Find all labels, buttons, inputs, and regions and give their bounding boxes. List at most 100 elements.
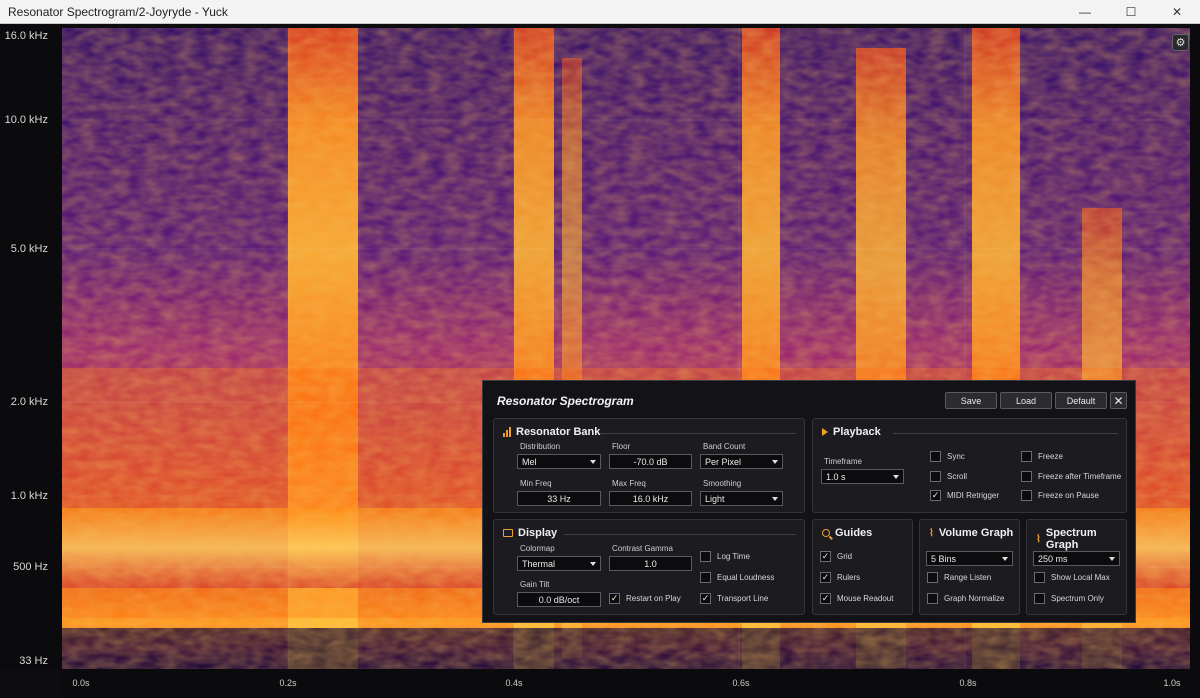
search-icon bbox=[822, 529, 830, 537]
divider bbox=[564, 534, 796, 535]
volume-graph-section: ⌇ Volume Graph 5 Bins Range Listen Graph… bbox=[919, 519, 1020, 615]
checkbox-label: Mouse Readout bbox=[837, 594, 894, 603]
y-tick-label: 5.0 kHz bbox=[10, 243, 48, 255]
guides-header: Guides bbox=[822, 527, 872, 539]
section-title: Guides bbox=[835, 527, 873, 539]
band-count-label: Band Count bbox=[703, 442, 746, 451]
colormap-dropdown[interactable]: Thermal bbox=[517, 556, 601, 571]
checkbox-label: Freeze after Timeframe bbox=[1038, 472, 1122, 481]
spectrum-graph-header: ⌇ Spectrum Graph bbox=[1036, 527, 1126, 551]
equal-loudness-checkbox[interactable]: Equal Loudness bbox=[700, 572, 774, 583]
settings-panel: Resonator Spectrogram Save Load Default … bbox=[482, 380, 1136, 623]
checkbox-box bbox=[1021, 490, 1032, 501]
settings-gear-button[interactable]: ⚙ bbox=[1172, 34, 1189, 51]
freeze-on-pause-checkbox[interactable]: Freeze on Pause bbox=[1021, 490, 1099, 501]
checkbox-label: Scroll bbox=[947, 472, 968, 481]
log-time-checkbox[interactable]: Log Time bbox=[700, 551, 750, 562]
resonator-bank-section: Resonator Bank Distribution Mel Floor -7… bbox=[493, 418, 805, 513]
contrast-gamma-field[interactable]: 1.0 bbox=[609, 556, 692, 571]
checkbox-label: Equal Loudness bbox=[717, 573, 775, 582]
bars-icon bbox=[503, 427, 511, 437]
checkbox-label: Graph Normalize bbox=[944, 594, 1005, 603]
sync-checkbox[interactable]: Sync bbox=[930, 451, 965, 462]
checkbox-box bbox=[1021, 451, 1032, 462]
checkbox-label: Restart on Play bbox=[626, 594, 681, 603]
monitor-icon bbox=[503, 529, 513, 537]
section-title: Spectrum Graph bbox=[1045, 527, 1097, 551]
y-tick-label: 1.0 kHz bbox=[10, 490, 48, 502]
distribution-dropdown[interactable]: Mel bbox=[517, 454, 601, 469]
floor-field[interactable]: -70.0 dB bbox=[609, 454, 692, 469]
chevron-down-icon bbox=[1109, 557, 1115, 561]
checkbox-box bbox=[927, 572, 938, 583]
close-panel-button[interactable]: ✕ bbox=[1110, 392, 1127, 409]
checkbox-label: Spectrum Only bbox=[1051, 594, 1104, 603]
restart-on-play-checkbox[interactable]: ✓ Restart on Play bbox=[609, 593, 681, 604]
x-tick-label: 0.0s bbox=[72, 678, 90, 688]
chevron-down-icon bbox=[1002, 557, 1008, 561]
midi-retrigger-checkbox[interactable]: ✓ MIDI Retrigger bbox=[930, 490, 999, 501]
save-button[interactable]: Save bbox=[945, 392, 997, 409]
check-icon: ✓ bbox=[930, 490, 941, 501]
min-freq-field[interactable]: 33 Hz bbox=[517, 491, 601, 506]
show-local-max-checkbox[interactable]: Show Local Max bbox=[1034, 572, 1110, 583]
colormap-label: Colormap bbox=[520, 544, 555, 553]
checkbox-label: Freeze bbox=[1038, 452, 1063, 461]
spectrum-only-checkbox[interactable]: Spectrum Only bbox=[1034, 593, 1104, 604]
checkbox-label: Transport Line bbox=[717, 594, 769, 603]
smoothing-label: Smoothing bbox=[703, 479, 742, 488]
freeze-after-timeframe-checkbox[interactable]: Freeze after Timeframe bbox=[1021, 471, 1121, 482]
section-title: Volume Graph bbox=[938, 527, 1014, 539]
range-listen-checkbox[interactable]: Range Listen bbox=[927, 572, 991, 583]
dropdown-value: 1.0 s bbox=[826, 471, 846, 482]
checkbox-label: Grid bbox=[837, 552, 853, 561]
chevron-down-icon bbox=[590, 562, 596, 566]
checkbox-box bbox=[927, 593, 938, 604]
grid-checkbox[interactable]: ✓ Grid bbox=[820, 551, 852, 562]
panel-title: Resonator Spectrogram bbox=[497, 394, 634, 408]
spectrum-graph-section: ⌇ Spectrum Graph 250 ms Show Local Max S… bbox=[1026, 519, 1127, 615]
divider bbox=[600, 433, 796, 434]
minimize-button[interactable]: — bbox=[1062, 0, 1108, 24]
smoothing-dropdown[interactable]: Light bbox=[700, 491, 783, 506]
band-count-dropdown[interactable]: Per Pixel bbox=[700, 454, 783, 469]
check-icon: ✓ bbox=[700, 593, 711, 604]
distribution-label: Distribution bbox=[520, 442, 561, 451]
divider bbox=[893, 433, 1118, 434]
checkbox-box bbox=[700, 551, 711, 562]
gear-icon: ⚙ bbox=[1175, 37, 1186, 49]
check-icon: ✓ bbox=[820, 572, 831, 583]
playback-header: Playback bbox=[822, 426, 881, 438]
title-bar: Resonator Spectrogram/2-Joyryde - Yuck —… bbox=[0, 0, 1200, 24]
graph-icon: ⌇ bbox=[929, 527, 934, 539]
transport-line-checkbox[interactable]: ✓ Transport Line bbox=[700, 593, 768, 604]
y-tick-label: 16.0 kHz bbox=[4, 30, 48, 42]
rulers-checkbox[interactable]: ✓ Rulers bbox=[820, 572, 860, 583]
mouse-readout-checkbox[interactable]: ✓ Mouse Readout bbox=[820, 593, 893, 604]
y-tick-label: 10.0 kHz bbox=[4, 114, 48, 126]
close-window-button[interactable]: ✕ bbox=[1154, 0, 1200, 24]
gain-tilt-field[interactable]: 0.0 dB/oct bbox=[517, 592, 601, 607]
playback-section: Playback Timeframe 1.0 s Sync Scroll ✓ MI… bbox=[812, 418, 1127, 513]
dropdown-value: 5 Bins bbox=[931, 553, 957, 564]
graph-normalize-checkbox[interactable]: Graph Normalize bbox=[927, 593, 1004, 604]
x-tick-label: 0.8s bbox=[959, 678, 977, 688]
scroll-checkbox[interactable]: Scroll bbox=[930, 471, 967, 482]
dropdown-value: 250 ms bbox=[1038, 553, 1068, 564]
checkbox-label: Range Listen bbox=[944, 573, 992, 582]
max-freq-field[interactable]: 16.0 kHz bbox=[609, 491, 692, 506]
checkbox-label: Log Time bbox=[717, 552, 750, 561]
max-freq-label: Max Freq bbox=[612, 479, 646, 488]
checkbox-label: Rulers bbox=[837, 573, 861, 582]
load-button[interactable]: Load bbox=[1000, 392, 1052, 409]
spectrum-window-dropdown[interactable]: 250 ms bbox=[1033, 551, 1120, 566]
volume-bins-dropdown[interactable]: 5 Bins bbox=[926, 551, 1013, 566]
default-button[interactable]: Default bbox=[1055, 392, 1107, 409]
check-icon: ✓ bbox=[820, 551, 831, 562]
contrast-gamma-label: Contrast Gamma bbox=[612, 544, 673, 553]
play-icon bbox=[822, 428, 828, 436]
maximize-button[interactable]: ☐ bbox=[1108, 0, 1154, 24]
timeframe-dropdown[interactable]: 1.0 s bbox=[821, 469, 904, 484]
freeze-checkbox[interactable]: Freeze bbox=[1021, 451, 1063, 462]
dropdown-value: Light bbox=[705, 493, 725, 504]
